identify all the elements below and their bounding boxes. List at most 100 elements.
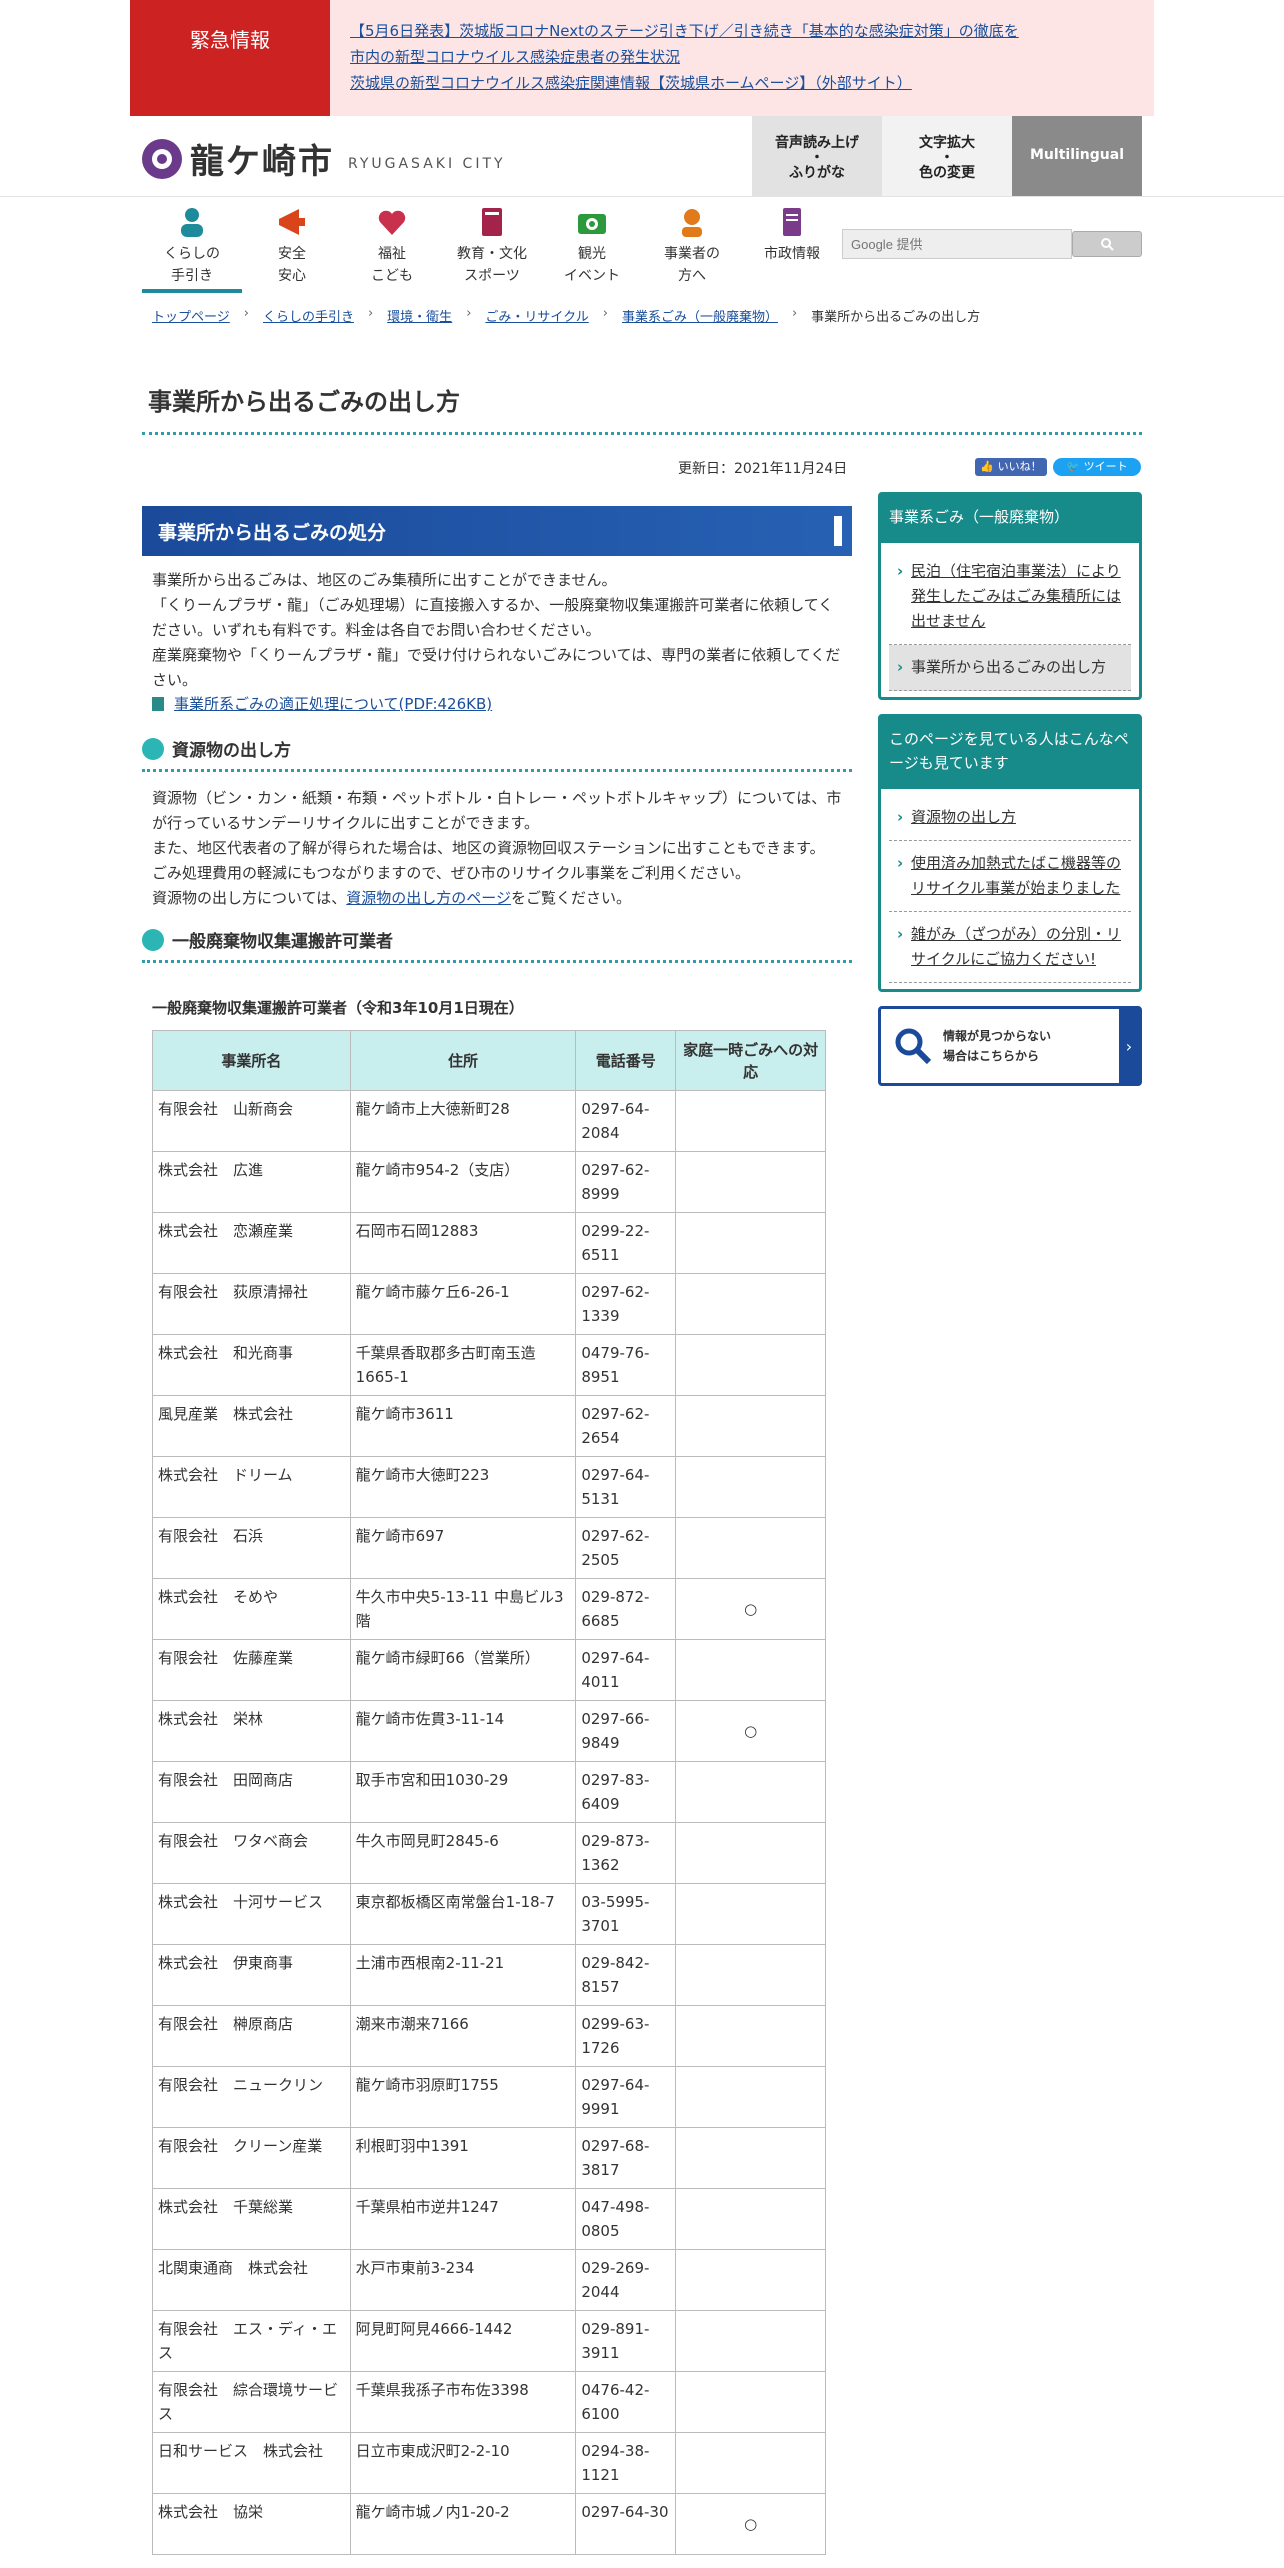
address-cell: 千葉県柏市逆井1247: [349, 2188, 577, 2250]
multilingual-button[interactable]: Multilingual: [1012, 116, 1142, 196]
pdf-icon: [152, 696, 164, 711]
phone-cell: 029-842-8157: [575, 1944, 677, 2006]
household-support-cell: [675, 1273, 826, 1335]
breadcrumb-link[interactable]: トップページ: [152, 310, 230, 325]
related-pages-box: このページを見ている人はこんなページも見ています 資源物の出し方 使用済み加熱式…: [878, 714, 1142, 992]
address-cell: 龍ケ崎市上大徳新町28: [349, 1090, 577, 1152]
emergency-link-2[interactable]: 市内の新型コロナウイルス感染症患者の発生状況: [350, 44, 1154, 70]
nav-label: 市政情報: [764, 246, 820, 262]
emergency-link-1[interactable]: 【5月6日発表】茨城版コロナNextのステージ引き下げ／引き続き「基本的な感染症…: [350, 18, 1154, 44]
company-name-cell: 有限会社 石浜: [152, 1517, 351, 1579]
document-icon: [783, 208, 801, 236]
table-row: 有限会社 ニュークリン 龍ケ崎市羽原町1755 0297-64-9991: [152, 2066, 826, 2128]
sidebar-link-item[interactable]: 使用済み加熱式たばこ機器等のリサイクル事業が始まりました: [889, 841, 1131, 912]
nav-item-anzen[interactable]: 安全 安心: [242, 197, 342, 293]
phone-cell: 0297-83-6409: [575, 1761, 677, 1823]
tweet-button[interactable]: 🐦 ツイート: [1053, 458, 1141, 476]
phone-cell: 0297-62-2654: [575, 1395, 677, 1457]
address-cell: 牛久市岡見町2845-6: [349, 1822, 577, 1884]
phone-cell: 0299-22-6511: [575, 1212, 677, 1274]
search-button[interactable]: [1072, 231, 1142, 257]
phone-cell: 047-498-0805: [575, 2188, 677, 2250]
household-support-cell: [675, 2432, 826, 2494]
nav-item-shisei[interactable]: 市政情報: [742, 197, 842, 293]
site-search: [842, 229, 1142, 259]
nav-label: くらしの: [164, 246, 220, 262]
search-input[interactable]: [842, 229, 1072, 259]
address-cell: 潮来市潮来7166: [349, 2005, 577, 2067]
resource-page-link[interactable]: 資源物の出し方のページ: [346, 889, 511, 907]
company-name-cell: 日和サービス 株式会社: [152, 2432, 351, 2494]
column-header: 住所: [349, 1030, 577, 1091]
breadcrumb-link[interactable]: 事業系ごみ（一般廃棄物）: [622, 310, 778, 325]
table-row: 株式会社 伊東商事 土浦市西根南2-11-21 029-842-8157: [152, 1944, 826, 2006]
nav-item-fukushi[interactable]: 福祉 こども: [342, 197, 442, 293]
pdf-link[interactable]: 事業所系ごみの適正処理について(PDF:426KB): [174, 693, 492, 714]
table-row: 有限会社 ワタベ商会 牛久市岡見町2845-6 029-873-1362: [152, 1822, 826, 1884]
tweet-label: ツイート: [1083, 460, 1128, 473]
company-name-cell: 有限会社 山新商会: [152, 1090, 351, 1152]
sidebar-link[interactable]: 雑がみ（ざつがみ）の分別・リサイクルにご協力ください!: [911, 925, 1121, 968]
breadcrumb-link[interactable]: 環境・衛生: [387, 310, 452, 325]
sidebar-link-item[interactable]: 民泊（住宅宿泊事業法）により発生したごみはごみ集積所には出せません: [889, 549, 1131, 645]
site-logo[interactable]: 龍ケ崎市 RYUGASAKI CITY: [142, 134, 506, 183]
table-row: 有限会社 荻原清掃社 龍ケ崎市藤ケ丘6-26-1 0297-62-1339: [152, 1273, 826, 1335]
sidebar-link[interactable]: 資源物の出し方: [911, 808, 1016, 826]
company-name-cell: 株式会社 広進: [152, 1151, 351, 1213]
household-support-cell: [675, 1517, 826, 1579]
phone-cell: 029-891-3911: [575, 2310, 677, 2372]
nav-item-kurashi[interactable]: くらしの 手引き: [142, 197, 242, 293]
household-support-cell: [675, 2005, 826, 2067]
subsection-heading: 資源物の出し方: [142, 737, 852, 772]
phone-cell: 0297-62-1339: [575, 1273, 677, 1335]
address-cell: 東京都板橋区南常盤台1-18-7: [349, 1883, 577, 1945]
paragraph: 事業所から出るごみは、地区のごみ集積所に出すことができません。 「くりーんプラザ…: [142, 556, 852, 693]
household-support-cell: [675, 2066, 826, 2128]
phone-cell: 029-873-1362: [575, 1822, 677, 1884]
company-name-cell: 風見産業 株式会社: [152, 1395, 351, 1457]
table-row: 有限会社 田岡商店 取手市宮和田1030-29 0297-83-6409: [152, 1761, 826, 1823]
not-found-banner[interactable]: 情報が見つからない 場合はこちらから ›: [878, 1006, 1142, 1086]
nav-item-kanko[interactable]: 観光 イベント: [542, 197, 642, 293]
column-header: 事業所名: [152, 1030, 351, 1091]
breadcrumb-link[interactable]: くらしの手引き: [263, 310, 354, 325]
text-line: ごみ処理費用の軽減にもつながりますので、ぜひ市のリサイクル事業をご利用ください。: [152, 864, 751, 882]
column-header: 家庭一時ごみへの対応: [675, 1030, 826, 1091]
company-name-cell: 株式会社 千葉総業: [152, 2188, 351, 2250]
sidebar-link-item[interactable]: 雑がみ（ざつがみ）の分別・リサイクルにご協力ください!: [889, 912, 1131, 983]
address-cell: 牛久市中央5-13-11 中島ビル3階: [349, 1578, 577, 1640]
breadcrumb-link[interactable]: ごみ・リサイクル: [485, 310, 588, 325]
text-line: また、地区代表者の了解が得られた場合は、地区の資源物回収ステーションに出すことも…: [152, 839, 825, 857]
not-found-text: 情報が見つからない 場合はこちらから: [943, 1026, 1051, 1066]
emergency-link-3[interactable]: 茨城県の新型コロナウイルス感染症関連情報【茨城県ホームページ】（外部サイト）: [350, 70, 1154, 96]
table-body: 有限会社 山新商会 龍ケ崎市上大徳新町28 0297-64-2084 株式会社 広進龍…: [152, 1090, 826, 2555]
nav-item-kyoiku[interactable]: 教育・文化 スポーツ: [442, 197, 542, 293]
table-row: 株式会社 そめや 牛久市中央5-13-11 中島ビル3階 029-872-6685 ○: [152, 1578, 826, 1640]
column-header: 電話番号: [575, 1030, 677, 1091]
updated-date: 更新日：2021年11月24日: [678, 461, 848, 477]
address-cell: 龍ケ崎市3611: [349, 1395, 577, 1457]
nav-item-jigyosha[interactable]: 事業者の 方へ: [642, 197, 742, 293]
address-cell: 千葉県香取郡多古町南玉造1665-1: [349, 1334, 577, 1396]
household-support-cell: [675, 1883, 826, 1945]
site-header: 龍ケ崎市 RYUGASAKI CITY 音声読み上げ ・ ふりがな 文字拡大 ・…: [130, 116, 1154, 196]
search-icon: [1101, 238, 1114, 251]
address-cell: 水戸市東前3-234: [349, 2249, 577, 2311]
address-cell: 日立市東成沢町2-2-10: [349, 2432, 577, 2494]
address-cell: 龍ケ崎市藤ケ丘6-26-1: [349, 1273, 577, 1335]
pdf-link-row: 事業所系ごみの適正処理について(PDF:426KB): [142, 693, 852, 714]
breadcrumb-current: 事業所から出るごみの出し方: [811, 310, 981, 325]
color-change-label: 色の変更: [919, 165, 975, 181]
person-icon: [181, 208, 203, 237]
sidebar-link[interactable]: 民泊（住宅宿泊事業法）により発生したごみはごみ集積所には出せません: [911, 562, 1121, 630]
household-support-cell: ○: [675, 1578, 826, 1640]
text-size-color-button[interactable]: 文字拡大 ・ 色の変更: [882, 116, 1012, 196]
voice-furigana-button[interactable]: 音声読み上げ ・ ふりがな: [752, 116, 882, 196]
sidebar-link[interactable]: 使用済み加熱式たばこ機器等のリサイクル事業が始まりました: [911, 854, 1121, 897]
facebook-like-button[interactable]: 👍 いいね！: [975, 458, 1047, 476]
phone-cell: 0297-64-5131: [575, 1456, 677, 1518]
table-row: 株式会社 広進 龍ケ崎市954-2（支店） 0297-62-8999: [152, 1151, 826, 1213]
table-row: 有限会社 佐藤産業 龍ケ崎市緑町66（営業所） 0297-64-4011: [152, 1639, 826, 1701]
furigana-label: ふりがな: [789, 165, 845, 181]
sidebar-link-item[interactable]: 資源物の出し方: [889, 795, 1131, 841]
